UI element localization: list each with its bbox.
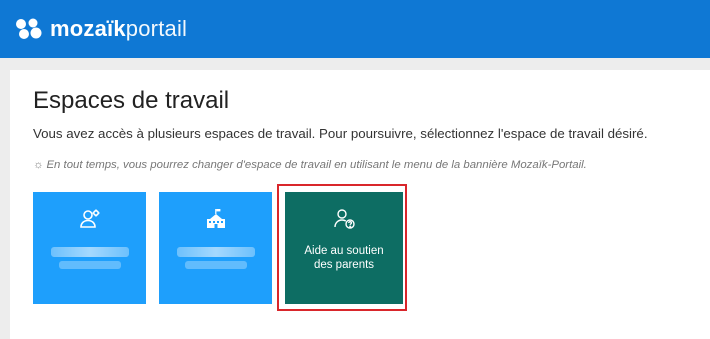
mozaik-portail-logo[interactable]: mozaïkportail bbox=[50, 18, 187, 40]
users-settings-icon bbox=[79, 209, 99, 228]
mozaik-logo-icon bbox=[15, 18, 42, 40]
logo-bold-text: mozaïk bbox=[50, 16, 126, 41]
school-building-icon bbox=[206, 209, 225, 228]
blurred-label-line bbox=[184, 261, 247, 269]
workspace-tile-2[interactable] bbox=[159, 192, 272, 304]
page-title: Espaces de travail bbox=[33, 87, 230, 114]
hint-message: En tout temps, vous pourrez changer d'es… bbox=[46, 159, 587, 171]
top-banner: mozaïkportail bbox=[0, 0, 710, 58]
logo-light-text: portail bbox=[125, 16, 188, 41]
workspace-tile-parent-support[interactable]: Aide au soutien des parents bbox=[285, 192, 403, 304]
page-subtitle: Vous avez accès à plusieurs espaces de t… bbox=[33, 126, 648, 141]
workspace-label: Aide au soutien des parents bbox=[304, 245, 384, 271]
workspace-panel: Espaces de travail Vous avez accès à plu… bbox=[10, 70, 710, 339]
hint-text: ☼ En tout temps, vous pourrez changer d'e… bbox=[33, 159, 587, 171]
blurred-label bbox=[50, 247, 129, 257]
blurred-label bbox=[176, 247, 255, 257]
workspace-tile-1[interactable] bbox=[33, 192, 146, 304]
person-help-icon bbox=[334, 209, 355, 229]
blurred-label-line bbox=[58, 261, 121, 269]
lightbulb-icon: ☼ bbox=[33, 159, 44, 171]
